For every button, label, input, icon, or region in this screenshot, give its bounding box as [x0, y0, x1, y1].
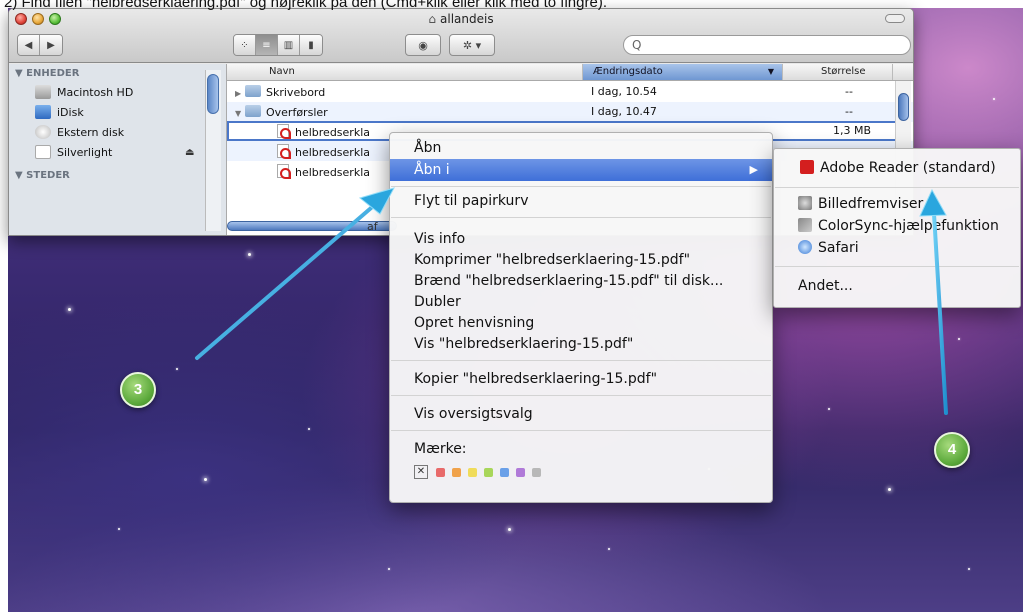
- menu-item-burn[interactable]: Brænd "helbredserklaering-15.pdf" til di…: [390, 270, 772, 292]
- folder-icon: [245, 85, 261, 97]
- disclosure-closed-icon[interactable]: ▶: [235, 89, 245, 98]
- menu-item-copy[interactable]: Kopier "helbredserklaering-15.pdf": [390, 368, 772, 390]
- menu-separator: [391, 395, 771, 396]
- search-input[interactable]: Q: [623, 35, 911, 55]
- label-color-swatch[interactable]: [532, 467, 541, 477]
- sidebar-header-places: ▼ STEDER: [15, 170, 70, 181]
- menu-item-open[interactable]: Åbn: [390, 137, 772, 159]
- menu-item-show-view-options[interactable]: Vis oversigtsvalg: [390, 403, 772, 425]
- label-color-row: ✕: [390, 461, 772, 483]
- menu-separator: [391, 430, 771, 431]
- step-3-badge: 3: [120, 372, 156, 408]
- status-text: af: [367, 220, 378, 233]
- eject-icon[interactable]: ⏏: [185, 147, 194, 158]
- sidebar-item-idisk[interactable]: iDisk: [9, 102, 226, 122]
- quicklook-button[interactable]: ◉: [405, 34, 441, 56]
- submenu-item-preview[interactable]: Billedfremviser: [774, 193, 1020, 215]
- context-menu: Åbn Åbn i ▶ Flyt til papirkurv Vis info K…: [389, 132, 773, 503]
- coverflow-view-icon[interactable]: ▮: [300, 35, 322, 55]
- submenu-item-safari[interactable]: Safari: [774, 237, 1020, 259]
- menu-item-duplicate[interactable]: Dubler: [390, 291, 772, 313]
- no-label-icon[interactable]: ✕: [414, 465, 428, 479]
- pdf-icon: [277, 124, 291, 139]
- icon-view-icon[interactable]: ⁘: [234, 35, 256, 55]
- external-disk-icon: [35, 125, 51, 139]
- submenu-item-other[interactable]: Andet...: [774, 275, 1020, 297]
- filelist-scrollbar-thumb[interactable]: [898, 93, 909, 121]
- menu-item-make-alias[interactable]: Opret henvisning: [390, 312, 772, 334]
- sort-desc-icon: ▼: [767, 67, 774, 76]
- sidebar-item-ekstern-disk[interactable]: Ekstern disk: [9, 122, 226, 142]
- label-color-swatch[interactable]: [516, 467, 525, 477]
- preview-icon: [798, 196, 812, 210]
- sidebar: ▼ ENHEDER Macintosh HD iDisk Ekstern dis…: [9, 64, 227, 235]
- submenu-item-adobe-reader[interactable]: Adobe Reader (standard): [774, 157, 1020, 179]
- hard-drive-icon: [35, 85, 51, 99]
- pdf-icon: [277, 144, 291, 159]
- submenu-arrow-icon: ▶: [749, 163, 758, 176]
- label-color-swatch[interactable]: [484, 467, 493, 477]
- menu-item-quick-look[interactable]: Vis "helbredserklaering-15.pdf": [390, 333, 772, 355]
- table-row[interactable]: ▶ Skrivebord I dag, 10.54 --: [227, 82, 913, 102]
- open-with-submenu: Adobe Reader (standard) Billedfremviser …: [773, 148, 1021, 308]
- submenu-item-colorsync[interactable]: ColorSync-hjælpefunktion: [774, 215, 1020, 237]
- pdf-icon: [277, 164, 291, 179]
- sidebar-scrollbar-thumb[interactable]: [207, 74, 219, 114]
- label-color-swatch[interactable]: [452, 467, 461, 477]
- action-menu-button[interactable]: ✲ ▾: [449, 34, 495, 56]
- menu-separator: [391, 186, 771, 187]
- column-name[interactable]: Navn: [227, 64, 583, 80]
- menu-item-open-with[interactable]: Åbn i ▶: [390, 159, 772, 181]
- menu-separator: [391, 360, 771, 361]
- toolbar-toggle-button[interactable]: [885, 14, 905, 23]
- folder-icon: [245, 105, 261, 117]
- label-color-swatch[interactable]: [468, 467, 477, 477]
- disclosure-open-icon[interactable]: ▼: [235, 109, 245, 118]
- eye-icon: ◉: [418, 38, 428, 52]
- list-view-icon[interactable]: ≡: [256, 35, 278, 55]
- window-title: ⌂ allandeis: [428, 12, 494, 26]
- instruction-caption: 2) Find filen "helbredserklaering.pdf" o…: [4, 0, 607, 11]
- view-switcher: ⁘ ≡ ▥ ▮: [233, 34, 323, 56]
- column-header: Navn Ændringsdato ▼ Størrelse: [227, 64, 913, 81]
- nav-buttons: ◀ ▶: [17, 34, 63, 56]
- volume-icon: [35, 145, 51, 159]
- column-date[interactable]: Ændringsdato ▼: [583, 64, 783, 80]
- adobe-reader-icon: [800, 160, 814, 174]
- table-row[interactable]: ▼ Overførsler I dag, 10.47 --: [227, 102, 913, 122]
- back-icon[interactable]: ◀: [18, 35, 40, 55]
- safari-icon: [798, 240, 812, 254]
- menu-separator: [775, 187, 1019, 188]
- colorsync-icon: [798, 218, 812, 232]
- sidebar-header-devices: ▼ ENHEDER: [15, 68, 80, 79]
- label-color-swatch[interactable]: [436, 467, 445, 477]
- gear-icon: ✲ ▾: [462, 38, 482, 52]
- step-4-badge: 4: [934, 432, 970, 468]
- column-size[interactable]: Størrelse: [783, 64, 893, 80]
- menu-separator: [391, 217, 771, 218]
- menu-separator: [775, 266, 1019, 267]
- menu-item-get-info[interactable]: Vis info: [390, 228, 772, 250]
- column-view-icon[interactable]: ▥: [278, 35, 300, 55]
- menu-label-header: Mærke:: [414, 441, 467, 457]
- idisk-icon: [35, 105, 51, 119]
- label-color-swatch[interactable]: [500, 467, 509, 477]
- home-icon: ⌂: [428, 12, 437, 26]
- forward-icon[interactable]: ▶: [40, 35, 62, 55]
- sidebar-item-macintosh-hd[interactable]: Macintosh HD: [9, 82, 226, 102]
- sidebar-item-silverlight[interactable]: Silverlight ⏏: [9, 142, 226, 162]
- menu-item-compress[interactable]: Komprimer "helbredserklaering-15.pdf": [390, 249, 772, 271]
- titlebar: ⌂ allandeis ◀ ▶ ⁘ ≡ ▥ ▮ ◉ ✲ ▾ Q: [9, 9, 913, 63]
- menu-item-move-to-trash[interactable]: Flyt til papirkurv: [390, 190, 772, 212]
